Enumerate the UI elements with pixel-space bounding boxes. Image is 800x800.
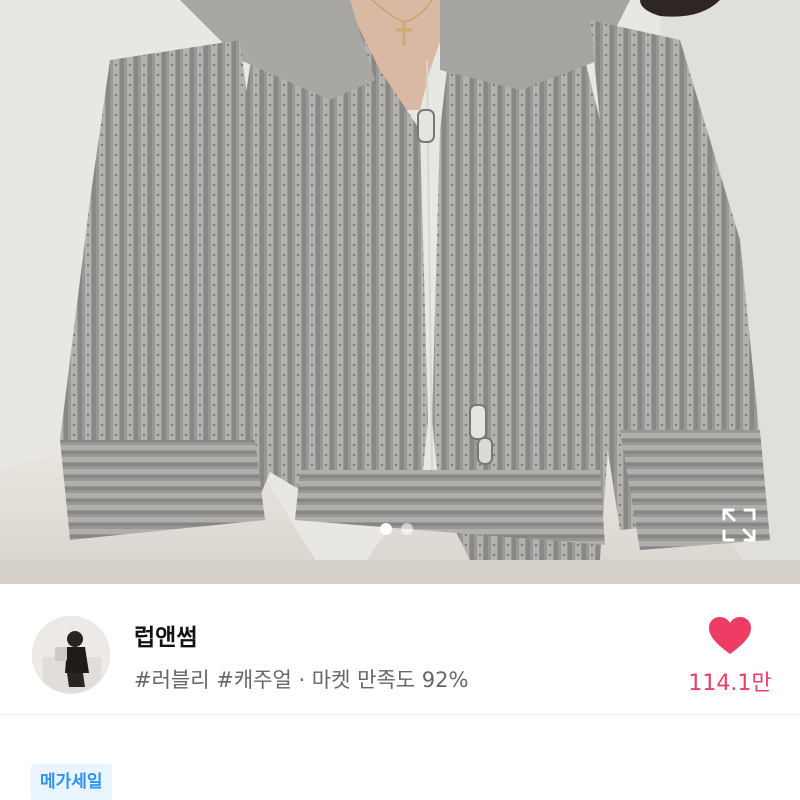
divider bbox=[0, 714, 800, 715]
carousel-dot-active[interactable] bbox=[380, 523, 392, 535]
store-tags: #러블리 #캐주얼 · 마켓 만족도 92% bbox=[134, 668, 469, 692]
heart-icon[interactable] bbox=[708, 616, 752, 656]
product-image[interactable] bbox=[0, 0, 800, 584]
carousel-indicator bbox=[380, 523, 413, 535]
like-count: 114.1만 bbox=[688, 671, 772, 696]
sale-badge: 메가세일 bbox=[31, 764, 112, 800]
expand-icon[interactable] bbox=[720, 506, 758, 544]
store-info[interactable]: 럽앤썸 #러블리 #캐주얼 · 마켓 만족도 92% 114.1만 bbox=[0, 584, 800, 714]
carousel-dot[interactable] bbox=[401, 523, 413, 535]
product-photo bbox=[0, 0, 800, 584]
store-name[interactable]: 럽앤썸 bbox=[134, 618, 197, 652]
store-avatar[interactable] bbox=[32, 616, 110, 694]
